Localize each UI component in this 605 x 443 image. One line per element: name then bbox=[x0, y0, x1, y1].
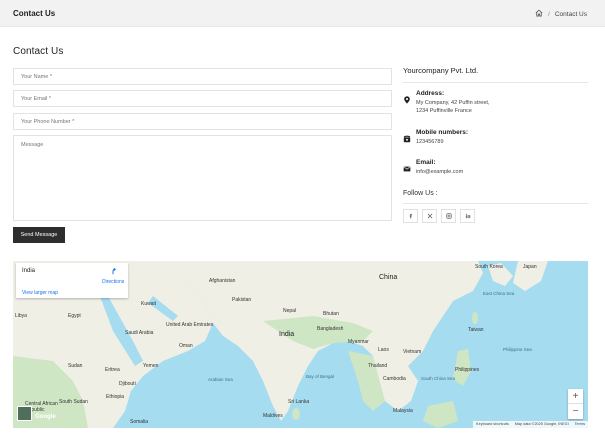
map-label-laos: Laos bbox=[378, 347, 389, 353]
name-input[interactable] bbox=[13, 68, 392, 85]
divider bbox=[403, 203, 588, 204]
map-attribution: Keyboard shortcuts Map data ©2025 Google… bbox=[473, 421, 588, 428]
linkedin-icon[interactable] bbox=[460, 209, 475, 223]
map-label-vietnam: Vietnam bbox=[403, 349, 422, 355]
directions-link[interactable]: Directions bbox=[102, 279, 124, 285]
map-place-name: India bbox=[22, 268, 36, 274]
social-links bbox=[403, 209, 475, 223]
mobile-label: Mobile numbers: bbox=[416, 129, 469, 136]
follow-us-label: Follow Us : bbox=[403, 190, 438, 197]
map-label-malaysia: Malaysia bbox=[393, 408, 413, 414]
map-data-text: Map data ©2025 Google, INEGI bbox=[514, 422, 569, 426]
map-label-uae: United Arab Emirates bbox=[166, 322, 214, 328]
breadcrumb: / Contact Us bbox=[535, 9, 587, 19]
map-label-south-korea: South Korea bbox=[475, 264, 503, 270]
satellite-toggle[interactable] bbox=[17, 406, 32, 421]
phone-icon bbox=[403, 135, 411, 143]
map-label-saudi: Saudi Arabia bbox=[125, 330, 154, 336]
email-label: Email: bbox=[416, 159, 436, 166]
facebook-icon[interactable] bbox=[403, 209, 418, 223]
map-label-india: India bbox=[279, 331, 295, 338]
address-label: Address: bbox=[416, 90, 445, 97]
email-value: info@example.com bbox=[416, 169, 464, 175]
map-label-oman: Oman bbox=[179, 343, 193, 349]
map-label-bangladesh: Bangladesh bbox=[317, 326, 344, 332]
map-label-maldives: Maldives bbox=[263, 413, 283, 419]
home-icon[interactable] bbox=[535, 9, 543, 19]
map-label-cambodia: Cambodia bbox=[383, 376, 406, 382]
message-textarea[interactable] bbox=[13, 135, 392, 221]
map-label-taiwan: Taiwan bbox=[468, 327, 484, 333]
map-label-bhutan: Bhutan bbox=[323, 311, 339, 317]
directions-icon[interactable] bbox=[109, 267, 117, 277]
map-label-philippine-sea: Philippine Sea bbox=[503, 347, 532, 352]
mobile-value: 123456789 bbox=[416, 139, 444, 145]
map-label-libya: Libya bbox=[15, 313, 27, 319]
zoom-in-button[interactable]: + bbox=[568, 389, 583, 404]
breadcrumb-current: Contact Us bbox=[554, 10, 587, 18]
map-label-pakistan: Pakistan bbox=[232, 297, 252, 303]
map-label-philippines: Philippines bbox=[455, 367, 480, 373]
map-label-japan: Japan bbox=[523, 264, 537, 270]
map-label-egypt: Egypt bbox=[68, 313, 81, 319]
phone-input[interactable] bbox=[13, 113, 392, 130]
map-label-djibouti: Djibouti bbox=[119, 381, 136, 387]
map-label-thailand: Thailand bbox=[368, 363, 388, 369]
map-label-sudan: Sudan bbox=[68, 363, 83, 369]
map-label-afghanistan: Afghanistan bbox=[209, 278, 236, 284]
google-logo: Google bbox=[35, 414, 56, 420]
map-label-arabian-sea: Arabian Sea bbox=[208, 377, 233, 382]
map-label-bay-of-bengal: Bay of Bengal bbox=[306, 374, 335, 379]
contact-info: Yourcompany Pvt. Ltd. Address: My Compan… bbox=[403, 66, 588, 223]
address-line-2: 1234 Puffinville France bbox=[416, 108, 472, 114]
map-label-yemen: Yemen bbox=[143, 363, 159, 369]
email-input[interactable] bbox=[13, 90, 392, 107]
page-title: Contact Us bbox=[13, 9, 56, 18]
view-larger-map-link[interactable]: View larger map bbox=[22, 290, 58, 296]
x-twitter-icon[interactable] bbox=[422, 209, 437, 223]
map-label-ethiopia: Ethiopia bbox=[106, 394, 125, 400]
map-place-card: India Directions View larger map bbox=[16, 263, 128, 298]
map-label-myanmar: Myanmar bbox=[348, 339, 369, 345]
map-label-china: China bbox=[379, 274, 398, 281]
location-pin-icon bbox=[403, 96, 411, 104]
map-label-eritrea: Eritrea bbox=[105, 367, 120, 373]
address-line-1: My Company, 42 Puffin street, bbox=[416, 100, 490, 106]
embedded-map[interactable]: China India Afghanistan Pakistan Kuwait … bbox=[13, 261, 588, 428]
contact-heading: Contact Us bbox=[13, 46, 64, 57]
zoom-controls: + − bbox=[568, 389, 583, 419]
send-message-button[interactable]: Send Message bbox=[13, 227, 65, 243]
map-label-east-china-sea: East China Sea bbox=[483, 291, 515, 296]
keyboard-shortcuts-link[interactable]: Keyboard shortcuts bbox=[476, 422, 509, 427]
instagram-icon[interactable] bbox=[441, 209, 456, 223]
map-label-south-china-sea: South China Sea bbox=[421, 376, 456, 381]
company-name: Yourcompany Pvt. Ltd. bbox=[403, 66, 588, 83]
map-label-somalia: Somalia bbox=[130, 419, 149, 425]
map-label-sri-lanka: Sri Lanka bbox=[288, 399, 310, 405]
breadcrumb-separator: / bbox=[548, 10, 550, 18]
terms-link[interactable]: Terms bbox=[575, 422, 585, 427]
map-label-nepal: Nepal bbox=[283, 308, 297, 314]
envelope-icon bbox=[403, 165, 411, 173]
zoom-out-button[interactable]: − bbox=[568, 404, 583, 419]
top-bar: Contact Us / Contact Us bbox=[0, 0, 605, 27]
map-label-kuwait: Kuwait bbox=[141, 301, 157, 307]
